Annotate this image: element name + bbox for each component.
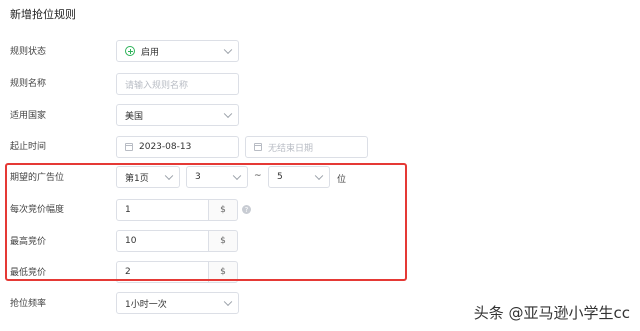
watermark: 头条 @亚马逊小学生cc xyxy=(473,304,630,322)
chevron-down-icon xyxy=(223,45,233,55)
chevron-down-icon xyxy=(223,297,233,307)
start-date-input[interactable]: 2023-08-13 xyxy=(116,136,239,158)
highlight-frame xyxy=(5,163,407,281)
period-label: 起止时间 xyxy=(10,142,47,152)
country-value: 美国 xyxy=(125,111,144,122)
country-select[interactable]: 美国 xyxy=(116,104,239,126)
frequency-label: 抢位频率 xyxy=(10,299,47,309)
calendar-icon xyxy=(254,143,262,151)
rule-name-input[interactable]: 请输入规则名称 xyxy=(116,73,239,95)
calendar-icon xyxy=(125,143,133,151)
status-label: 规则状态 xyxy=(10,47,47,57)
status-select[interactable]: 启用 xyxy=(116,40,239,62)
rule-name-placeholder: 请输入规则名称 xyxy=(125,80,189,91)
frequency-select[interactable]: 1小时一次 xyxy=(116,292,239,314)
country-label: 适用国家 xyxy=(10,111,47,121)
page-title: 新增抢位规则 xyxy=(10,8,76,21)
end-date-input[interactable]: 无结束日期 xyxy=(245,136,368,158)
start-date-value: 2023-08-13 xyxy=(139,142,192,152)
chevron-down-icon xyxy=(223,109,233,119)
name-label: 规则名称 xyxy=(10,79,47,89)
enabled-icon xyxy=(125,46,135,56)
end-date-placeholder: 无结束日期 xyxy=(268,143,314,154)
frequency-value: 1小时一次 xyxy=(125,299,167,310)
status-value: 启用 xyxy=(141,47,160,58)
